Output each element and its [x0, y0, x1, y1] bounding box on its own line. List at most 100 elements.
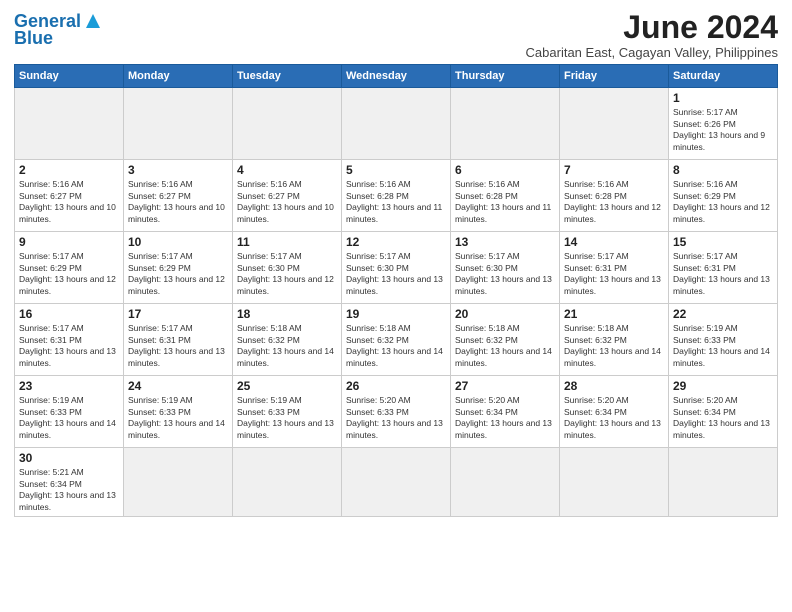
- cell-info: Sunrise: 5:18 AMSunset: 6:32 PMDaylight:…: [564, 323, 664, 369]
- cell-info: Sunrise: 5:18 AMSunset: 6:32 PMDaylight:…: [237, 323, 337, 369]
- logo-triangle-icon: [82, 10, 104, 32]
- day-number: 29: [673, 379, 773, 393]
- day-number: 22: [673, 307, 773, 321]
- table-row: 10 Sunrise: 5:17 AMSunset: 6:29 PMDayligh…: [124, 232, 233, 304]
- header: General Blue June 2024 Cabaritan East, C…: [14, 10, 778, 60]
- day-number: 24: [128, 379, 228, 393]
- table-row: 12Sunrise: 5:17 AMSunset: 6:30 PMDayligh…: [342, 232, 451, 304]
- day-number: 12: [346, 235, 446, 249]
- table-row: 6Sunrise: 5:16 AMSunset: 6:28 PMDaylight…: [451, 160, 560, 232]
- cell-info: Sunrise: 5:17 AMSunset: 6:26 PMDaylight:…: [673, 107, 773, 153]
- day-number: 1: [673, 91, 773, 105]
- page: General Blue June 2024 Cabaritan East, C…: [0, 0, 792, 527]
- col-monday: Monday: [124, 65, 233, 88]
- table-row: [233, 448, 342, 517]
- table-row: [560, 88, 669, 160]
- logo-area: General Blue: [14, 10, 104, 49]
- day-number: 3: [128, 163, 228, 177]
- day-number: 6: [455, 163, 555, 177]
- table-row: 26Sunrise: 5:20 AMSunset: 6:33 PMDayligh…: [342, 376, 451, 448]
- table-row: [451, 88, 560, 160]
- col-tuesday: Tuesday: [233, 65, 342, 88]
- table-row: [342, 88, 451, 160]
- col-thursday: Thursday: [451, 65, 560, 88]
- table-row: 9Sunrise: 5:17 AMSunset: 6:29 PMDaylight…: [15, 232, 124, 304]
- table-row: 8 Sunrise: 5:16 AMSunset: 6:29 PMDaylight…: [669, 160, 778, 232]
- day-number: 2: [19, 163, 119, 177]
- day-number: 14: [564, 235, 664, 249]
- cell-info: Sunrise: 5:16 AMSunset: 6:27 PMDaylight:…: [128, 179, 228, 225]
- day-number: 26: [346, 379, 446, 393]
- day-number: 21: [564, 307, 664, 321]
- cell-info: Sunrise: 5:19 AMSunset: 6:33 PMDaylight:…: [237, 395, 337, 441]
- day-number: 7: [564, 163, 664, 177]
- cell-info: Sunrise: 5:21 AMSunset: 6:34 PMDaylight:…: [19, 467, 119, 513]
- title-location: Cabaritan East, Cagayan Valley, Philippi…: [526, 45, 778, 60]
- table-row: [669, 448, 778, 517]
- cell-info: Sunrise: 5:17 AMSunset: 6:31 PMDaylight:…: [19, 323, 119, 369]
- cell-info: Sunrise: 5:16 AMSunset: 6:28 PMDaylight:…: [564, 179, 664, 225]
- table-row: 24 Sunrise: 5:19 AMSunset: 6:33 PMDayligh…: [124, 376, 233, 448]
- day-number: 11: [237, 235, 337, 249]
- table-row: 20 Sunrise: 5:18 AMSunset: 6:32 PMDayligh…: [451, 304, 560, 376]
- cell-info: Sunrise: 5:19 AMSunset: 6:33 PMDaylight:…: [673, 323, 773, 369]
- day-number: 28: [564, 379, 664, 393]
- table-row: 17 Sunrise: 5:17 AMSunset: 6:31 PMDayligh…: [124, 304, 233, 376]
- cell-info: Sunrise: 5:19 AMSunset: 6:33 PMDaylight:…: [128, 395, 228, 441]
- col-sunday: Sunday: [15, 65, 124, 88]
- day-number: 15: [673, 235, 773, 249]
- table-row: 4Sunrise: 5:16 AMSunset: 6:27 PMDaylight…: [233, 160, 342, 232]
- header-row: Sunday Monday Tuesday Wednesday Thursday…: [15, 65, 778, 88]
- table-row: 27 Sunrise: 5:20 AMSunset: 6:34 PMDayligh…: [451, 376, 560, 448]
- table-row: 21 Sunrise: 5:18 AMSunset: 6:32 PMDayligh…: [560, 304, 669, 376]
- table-row: 30 Sunrise: 5:21 AMSunset: 6:34 PMDayligh…: [15, 448, 124, 517]
- cell-info: Sunrise: 5:20 AMSunset: 6:34 PMDaylight:…: [564, 395, 664, 441]
- table-row: 7 Sunrise: 5:16 AMSunset: 6:28 PMDaylight…: [560, 160, 669, 232]
- day-number: 5: [346, 163, 446, 177]
- day-number: 9: [19, 235, 119, 249]
- cell-info: Sunrise: 5:20 AMSunset: 6:34 PMDaylight:…: [673, 395, 773, 441]
- cell-info: Sunrise: 5:19 AMSunset: 6:33 PMDaylight:…: [19, 395, 119, 441]
- table-row: 25Sunrise: 5:19 AMSunset: 6:33 PMDayligh…: [233, 376, 342, 448]
- table-row: 1 Sunrise: 5:17 AMSunset: 6:26 PMDaylight…: [669, 88, 778, 160]
- day-number: 19: [346, 307, 446, 321]
- day-number: 30: [19, 451, 119, 465]
- day-number: 20: [455, 307, 555, 321]
- table-row: 29 Sunrise: 5:20 AMSunset: 6:34 PMDayligh…: [669, 376, 778, 448]
- table-row: 11 Sunrise: 5:17 AMSunset: 6:30 PMDayligh…: [233, 232, 342, 304]
- table-row: 22 Sunrise: 5:19 AMSunset: 6:33 PMDayligh…: [669, 304, 778, 376]
- cell-info: Sunrise: 5:16 AMSunset: 6:27 PMDaylight:…: [19, 179, 119, 225]
- table-row: 15 Sunrise: 5:17 AMSunset: 6:31 PMDayligh…: [669, 232, 778, 304]
- title-month-year: June 2024: [526, 10, 778, 45]
- table-row: [15, 88, 124, 160]
- table-row: [233, 88, 342, 160]
- cell-info: Sunrise: 5:18 AMSunset: 6:32 PMDaylight:…: [455, 323, 555, 369]
- table-row: [124, 448, 233, 517]
- day-number: 27: [455, 379, 555, 393]
- table-row: 28 Sunrise: 5:20 AMSunset: 6:34 PMDayligh…: [560, 376, 669, 448]
- table-row: 23Sunrise: 5:19 AMSunset: 6:33 PMDayligh…: [15, 376, 124, 448]
- cell-info: Sunrise: 5:17 AMSunset: 6:31 PMDaylight:…: [673, 251, 773, 297]
- table-row: 3 Sunrise: 5:16 AMSunset: 6:27 PMDaylight…: [124, 160, 233, 232]
- table-row: 2 Sunrise: 5:16 AMSunset: 6:27 PMDaylight…: [15, 160, 124, 232]
- cell-info: Sunrise: 5:16 AMSunset: 6:29 PMDaylight:…: [673, 179, 773, 225]
- day-number: 10: [128, 235, 228, 249]
- table-row: [124, 88, 233, 160]
- day-number: 18: [237, 307, 337, 321]
- day-number: 8: [673, 163, 773, 177]
- table-row: 5 Sunrise: 5:16 AMSunset: 6:28 PMDaylight…: [342, 160, 451, 232]
- cell-info: Sunrise: 5:20 AMSunset: 6:34 PMDaylight:…: [455, 395, 555, 441]
- cell-info: Sunrise: 5:18 AMSunset: 6:32 PMDaylight:…: [346, 323, 446, 369]
- day-number: 17: [128, 307, 228, 321]
- cell-info: Sunrise: 5:16 AMSunset: 6:27 PMDaylight:…: [237, 179, 337, 225]
- cell-info: Sunrise: 5:17 AMSunset: 6:30 PMDaylight:…: [237, 251, 337, 297]
- table-row: [342, 448, 451, 517]
- cell-info: Sunrise: 5:17 AMSunset: 6:29 PMDaylight:…: [128, 251, 228, 297]
- cell-info: Sunrise: 5:17 AMSunset: 6:31 PMDaylight:…: [128, 323, 228, 369]
- table-row: 14Sunrise: 5:17 AMSunset: 6:31 PMDayligh…: [560, 232, 669, 304]
- title-area: June 2024 Cabaritan East, Cagayan Valley…: [526, 10, 778, 60]
- cell-info: Sunrise: 5:16 AMSunset: 6:28 PMDaylight:…: [346, 179, 446, 225]
- calendar-table: Sunday Monday Tuesday Wednesday Thursday…: [14, 64, 778, 517]
- day-number: 16: [19, 307, 119, 321]
- col-friday: Friday: [560, 65, 669, 88]
